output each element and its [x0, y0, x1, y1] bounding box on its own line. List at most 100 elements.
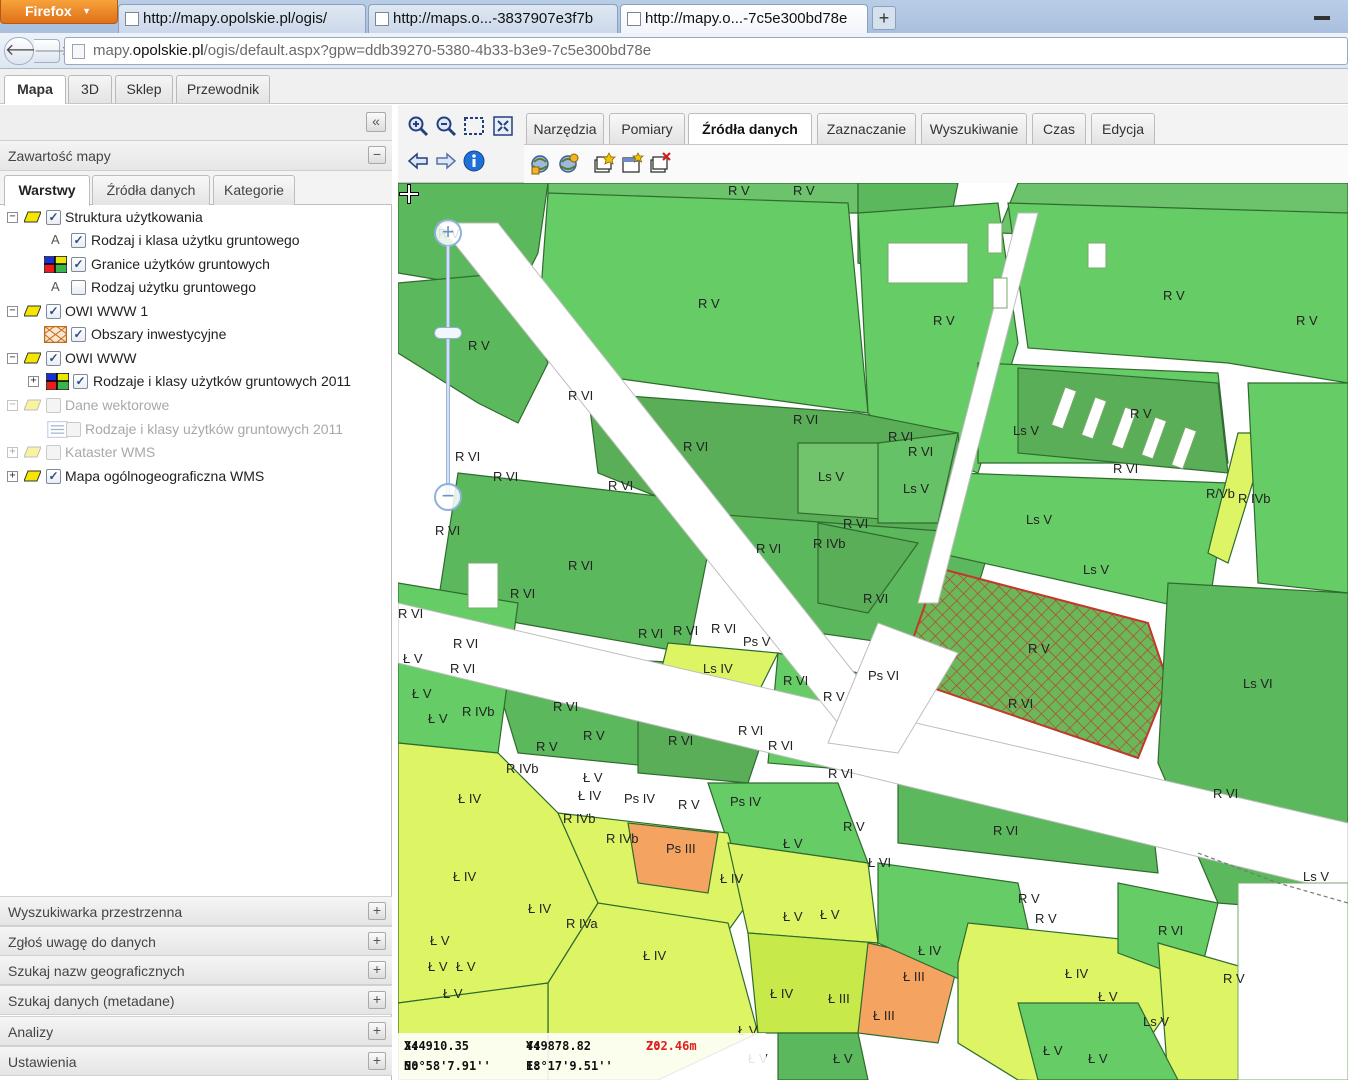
plus-icon[interactable]: + [368, 991, 386, 1009]
svg-text:Ł VI: Ł VI [868, 855, 891, 870]
tab-3d[interactable]: 3D [68, 75, 112, 103]
tab-zrodla-danych[interactable]: Źródła danych [92, 175, 210, 205]
plus-icon[interactable]: + [368, 961, 386, 979]
arrow-left-icon[interactable] [406, 150, 430, 174]
forward-arrow-icon[interactable]: 🡒 [34, 39, 69, 63]
zoom-minus-icon[interactable]: − [434, 483, 462, 511]
remove-layer-icon[interactable] [648, 152, 672, 176]
zoom-box-icon[interactable] [462, 115, 486, 139]
tab-sklep[interactable]: Sklep [115, 75, 173, 103]
layer-checkbox[interactable]: ✓ [46, 304, 61, 319]
layer-checkbox[interactable] [46, 445, 61, 460]
svg-text:Ls VI: Ls VI [1243, 676, 1273, 691]
collapse-node-icon[interactable]: − [7, 400, 18, 411]
tab-kategorie[interactable]: Kategorie [213, 175, 295, 205]
svg-text:Ł V: Ł V [783, 836, 803, 851]
tab-czas[interactable]: Czas [1032, 113, 1086, 144]
svg-text:Ł V: Ł V [430, 933, 450, 948]
svg-text:Ł V: Ł V [428, 711, 448, 726]
land-use-map[interactable]: R V R V R V R V R V R V R V R V R VI R VI R V… [398, 183, 1348, 1080]
accordion-report-issue[interactable]: Zgłoś uwagę do danych + [0, 926, 392, 956]
tab-wyszukiwanie[interactable]: Wyszukiwanie [921, 113, 1027, 144]
layer-row: Rodzaje i klasy użytków gruntowych 2011 [0, 419, 392, 441]
expand-node-icon[interactable]: + [7, 447, 18, 458]
tab-edycja[interactable]: Edycja [1091, 113, 1155, 144]
collapse-node-icon[interactable]: − [7, 212, 18, 223]
hatch-legend-icon [44, 326, 67, 343]
svg-text:R VI: R VI [398, 606, 423, 621]
tab-title: http://mapy.opolskie.pl/ogis/ [143, 10, 327, 27]
minimize-button[interactable] [1302, 6, 1342, 24]
layer-checkbox[interactable]: ✓ [71, 233, 86, 248]
map-canvas[interactable]: R V R V R V R V R V R V R V R V R VI R VI R V… [398, 183, 1348, 1080]
tab-mapa[interactable]: Mapa [4, 75, 66, 104]
info-icon[interactable] [462, 150, 486, 174]
collapse-node-icon[interactable]: − [7, 306, 18, 317]
plus-icon[interactable]: + [368, 932, 386, 950]
layer-checkbox[interactable]: ✓ [46, 210, 61, 225]
browser-tab-3[interactable]: http://mapy.o...-7c5e300bd78e [620, 4, 868, 33]
browser-tab-2[interactable]: http://maps.o...-3837907e3f7b [368, 4, 618, 33]
zoom-out-icon[interactable] [434, 115, 458, 139]
expand-node-icon[interactable]: + [7, 471, 18, 482]
expand-node-icon[interactable]: + [28, 376, 39, 387]
layer-group-icon [24, 399, 41, 411]
add-layer-icon[interactable] [592, 152, 616, 176]
plus-icon[interactable]: + [368, 1052, 386, 1070]
svg-text:R VI: R VI [793, 412, 818, 427]
svg-text:R IVb: R IVb [606, 831, 639, 846]
browser-tab-1[interactable]: http://mapy.opolskie.pl/ogis/ [118, 4, 366, 33]
accordion-geo-names[interactable]: Szukaj nazw geograficznych + [0, 955, 392, 985]
zoom-slider[interactable]: + − [434, 219, 462, 519]
zoom-handle[interactable] [434, 327, 462, 339]
map-toolbar: Narzędzia Pomiary Źródła danych Zaznacza… [398, 105, 1348, 183]
accordion-metadata[interactable]: Szukaj danych (metadane) + [0, 985, 392, 1015]
add-wms-icon[interactable] [528, 152, 552, 176]
svg-text:Ł IV: Ł IV [1065, 966, 1088, 981]
svg-text:Ł V: Ł V [428, 959, 448, 974]
arrow-right-icon[interactable] [434, 150, 458, 174]
layer-checkbox[interactable]: ✓ [71, 327, 86, 342]
collapse-panel-icon[interactable]: « [366, 112, 386, 132]
tab-zaznaczanie[interactable]: Zaznaczanie [817, 113, 916, 144]
firefox-menu-button[interactable]: Firefox ▼ [0, 0, 118, 24]
add-service-icon[interactable] [556, 152, 580, 176]
plus-icon[interactable]: + [368, 902, 386, 920]
accordion-settings[interactable]: Ustawienia + [0, 1046, 392, 1076]
zoom-track[interactable] [446, 245, 450, 495]
layer-label: OWI WWW 1 [65, 303, 149, 319]
layer-checkbox[interactable] [46, 398, 61, 413]
layer-checkbox[interactable]: ✓ [46, 469, 61, 484]
tab-warstwy[interactable]: Warstwy [4, 175, 90, 206]
tab-przewodnik[interactable]: Przewodnik [176, 75, 270, 103]
layer-checkbox[interactable] [66, 422, 81, 437]
layer-checkbox[interactable] [71, 280, 86, 295]
zoom-in-icon[interactable] [406, 115, 430, 139]
accordion-analyses[interactable]: Analizy + [0, 1016, 392, 1046]
tab-zrodla-danych-map[interactable]: Źródła danych [688, 113, 812, 145]
back-arrow-icon[interactable]: 🡐 [4, 37, 48, 65]
tab-narzedzia[interactable]: Narzędzia [526, 113, 604, 144]
new-tab-button[interactable]: + [872, 6, 896, 30]
full-extent-icon[interactable] [491, 115, 515, 139]
tab-pomiary[interactable]: Pomiary [609, 113, 685, 144]
plus-icon[interactable]: + [368, 1022, 386, 1040]
layer-checkbox[interactable]: ✓ [71, 257, 86, 272]
svg-text:R V: R V [583, 728, 605, 743]
layer-checkbox[interactable]: ✓ [73, 374, 88, 389]
svg-text:R/Vb: R/Vb [1206, 486, 1235, 501]
panel-collapse-bar: « [0, 105, 392, 141]
collapse-node-icon[interactable]: − [7, 353, 18, 364]
svg-text:R VI: R VI [453, 636, 478, 651]
boundaries-legend-icon [44, 256, 67, 273]
svg-text:Ł V: Ł V [443, 986, 463, 1001]
zoom-plus-icon[interactable]: + [434, 219, 462, 247]
svg-text:R V: R V [1018, 891, 1040, 906]
minus-icon[interactable]: − [368, 146, 386, 164]
left-panel: « Zawartość mapy − Warstwy Źródła danych… [0, 105, 392, 1080]
map-content-header[interactable]: Zawartość mapy − [0, 141, 392, 171]
layer-checkbox[interactable]: ✓ [46, 351, 61, 366]
new-layer-icon[interactable] [620, 152, 644, 176]
accordion-spatial-search[interactable]: Wyszukiwarka przestrzenna + [0, 896, 392, 926]
url-bar[interactable]: mapy.opolskie.pl/ogis/default.aspx?gpw=d… [64, 37, 1348, 65]
